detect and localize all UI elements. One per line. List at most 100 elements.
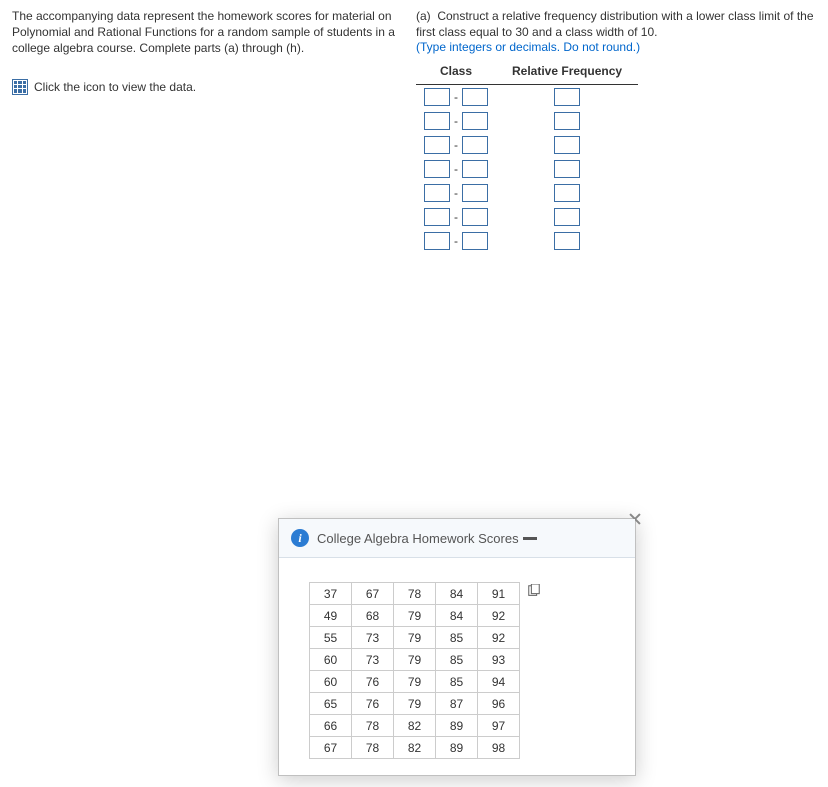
range-separator: -	[450, 90, 462, 104]
modal-header[interactable]: i College Algebra Homework Scores	[279, 519, 635, 558]
range-separator: -	[450, 114, 462, 128]
view-data-link[interactable]: Click the icon to view the data.	[12, 79, 402, 95]
class-high-input[interactable]	[462, 184, 488, 202]
data-cell: 85	[436, 671, 478, 693]
data-cell: 85	[436, 649, 478, 671]
data-cell: 79	[394, 649, 436, 671]
range-separator: -	[450, 210, 462, 224]
rel-freq-input[interactable]	[554, 184, 580, 202]
class-high-input[interactable]	[462, 112, 488, 130]
data-cell: 94	[478, 671, 520, 693]
data-cell: 82	[394, 715, 436, 737]
copy-icon[interactable]	[527, 584, 541, 598]
data-cell: 68	[352, 605, 394, 627]
class-low-input[interactable]	[424, 160, 450, 178]
data-cell: 60	[310, 649, 352, 671]
class-high-input[interactable]	[462, 208, 488, 226]
info-icon: i	[291, 529, 309, 547]
data-cell: 49	[310, 605, 352, 627]
rel-freq-input[interactable]	[554, 112, 580, 130]
class-high-input[interactable]	[462, 232, 488, 250]
freq-row: -	[416, 133, 638, 157]
data-cell: 89	[436, 737, 478, 759]
data-cell: 84	[436, 583, 478, 605]
intro-text: The accompanying data represent the home…	[12, 8, 402, 57]
range-separator: -	[450, 162, 462, 176]
data-cell: 97	[478, 715, 520, 737]
data-row: 6076798594	[310, 671, 520, 693]
header-rel-freq: Relative Frequency	[496, 60, 638, 85]
range-separator: -	[450, 138, 462, 152]
data-cell: 92	[478, 605, 520, 627]
data-cell: 76	[352, 693, 394, 715]
data-cell: 96	[478, 693, 520, 715]
class-high-input[interactable]	[462, 136, 488, 154]
freq-row: -	[416, 109, 638, 133]
data-cell: 87	[436, 693, 478, 715]
rel-freq-input[interactable]	[554, 136, 580, 154]
class-low-input[interactable]	[424, 136, 450, 154]
data-cell: 82	[394, 737, 436, 759]
data-cell: 93	[478, 649, 520, 671]
class-low-input[interactable]	[424, 88, 450, 106]
range-separator: -	[450, 186, 462, 200]
rel-freq-input[interactable]	[554, 160, 580, 178]
data-cell: 76	[352, 671, 394, 693]
range-separator: -	[450, 234, 462, 248]
data-row: 3767788491	[310, 583, 520, 605]
data-cell: 84	[436, 605, 478, 627]
class-low-input[interactable]	[424, 112, 450, 130]
question-panel: The accompanying data represent the home…	[0, 0, 828, 253]
class-low-input[interactable]	[424, 184, 450, 202]
class-low-input[interactable]	[424, 232, 450, 250]
freq-row: -	[416, 229, 638, 253]
view-data-label: Click the icon to view the data.	[34, 80, 196, 94]
right-column: (a) Construct a relative frequency distr…	[412, 8, 816, 253]
class-high-input[interactable]	[462, 160, 488, 178]
rel-freq-input[interactable]	[554, 88, 580, 106]
data-cell: 78	[352, 737, 394, 759]
minimize-icon[interactable]	[523, 537, 537, 540]
data-cell: 67	[310, 737, 352, 759]
left-column: The accompanying data represent the home…	[12, 8, 412, 253]
data-table: 3767788491496879849255737985926073798593…	[309, 582, 520, 759]
data-cell: 92	[478, 627, 520, 649]
data-row: 6678828997	[310, 715, 520, 737]
data-row: 4968798492	[310, 605, 520, 627]
data-cell: 65	[310, 693, 352, 715]
data-row: 6073798593	[310, 649, 520, 671]
data-row: 5573798592	[310, 627, 520, 649]
class-low-input[interactable]	[424, 208, 450, 226]
data-cell: 67	[352, 583, 394, 605]
data-cell: 79	[394, 671, 436, 693]
rel-freq-input[interactable]	[554, 232, 580, 250]
freq-row: -	[416, 157, 638, 181]
data-cell: 91	[478, 583, 520, 605]
data-cell: 78	[352, 715, 394, 737]
question-a-text: (a) Construct a relative frequency distr…	[416, 8, 816, 40]
data-cell: 78	[394, 583, 436, 605]
data-cell: 79	[394, 605, 436, 627]
data-grid-icon	[12, 79, 28, 95]
frequency-table-body: - - - - - - -	[416, 85, 638, 254]
freq-row: -	[416, 85, 638, 110]
freq-row: -	[416, 205, 638, 229]
hint-text: (Type integers or decimals. Do not round…	[416, 40, 816, 54]
header-class: Class	[416, 60, 496, 85]
modal-body: 3767788491496879849255737985926073798593…	[279, 558, 635, 775]
data-cell: 79	[394, 627, 436, 649]
data-row: 6576798796	[310, 693, 520, 715]
rel-freq-input[interactable]	[554, 208, 580, 226]
data-cell: 37	[310, 583, 352, 605]
data-cell: 79	[394, 693, 436, 715]
freq-row: -	[416, 181, 638, 205]
data-cell: 98	[478, 737, 520, 759]
class-high-input[interactable]	[462, 88, 488, 106]
data-cell: 60	[310, 671, 352, 693]
data-modal: i College Algebra Homework Scores 376778…	[278, 518, 636, 776]
frequency-table: Class Relative Frequency - - - - - - -	[416, 60, 638, 253]
data-cell: 73	[352, 649, 394, 671]
data-row: 6778828998	[310, 737, 520, 759]
data-cell: 66	[310, 715, 352, 737]
data-cell: 55	[310, 627, 352, 649]
